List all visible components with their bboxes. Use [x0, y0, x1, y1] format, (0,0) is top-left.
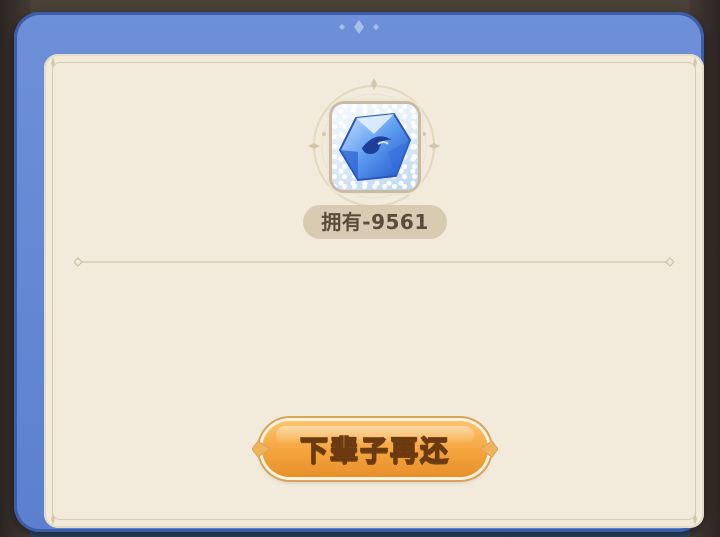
- corner-ornament-icon: [51, 57, 55, 69]
- button-wing-ornament-icon: [252, 440, 270, 458]
- dialog-frame: 拥有-9561 下辈子再还: [14, 12, 704, 532]
- game-screen: 拥有-9561 下辈子再还: [0, 0, 720, 537]
- corner-ornament-icon: [51, 513, 55, 525]
- dialog-panel: 拥有-9561 下辈子再还: [44, 54, 704, 528]
- confirm-button-label: 下辈子再还: [299, 433, 450, 468]
- corner-ornament-icon: [693, 513, 697, 525]
- owned-count-badge: 拥有-9561: [303, 205, 447, 239]
- confirm-button[interactable]: 下辈子再还: [252, 421, 498, 477]
- item-slot[interactable]: [332, 104, 418, 190]
- divider: [74, 257, 674, 267]
- corner-ornament-icon: [693, 57, 697, 69]
- button-wing-ornament-icon: [480, 440, 498, 458]
- blue-crystal-gem-icon: [338, 112, 412, 182]
- sparkle-ornament-icon: [339, 20, 379, 34]
